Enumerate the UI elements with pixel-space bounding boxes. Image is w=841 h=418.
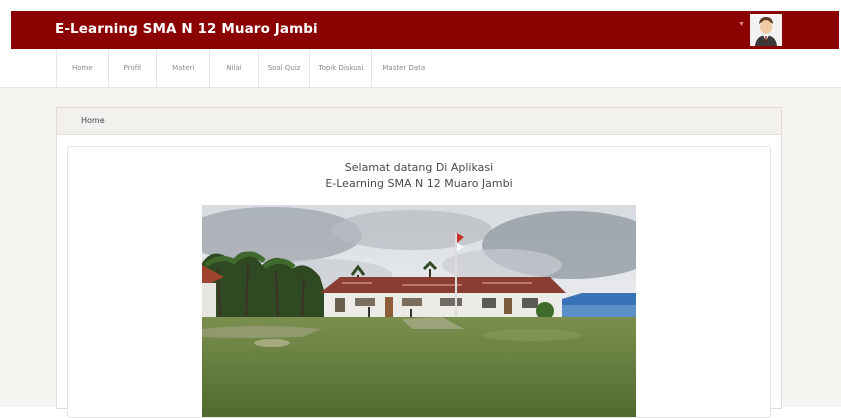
content-panel: Home Selamat datang Di Aplikasi E-Learni… bbox=[56, 107, 782, 418]
nav-nilai[interactable]: Nilai bbox=[210, 49, 259, 87]
welcome-line-1: Selamat datang Di Aplikasi bbox=[344, 161, 494, 174]
welcome-line-2: E-Learning SMA N 12 Muaro Jambi bbox=[325, 177, 513, 190]
nav-profil[interactable]: Profil bbox=[109, 49, 158, 87]
main-menu-bar: Home Profil Materi Nilai Soal Quiz Topik… bbox=[0, 49, 841, 88]
nav-soal-quiz[interactable]: Soal Quiz bbox=[259, 49, 311, 87]
breadcrumb-home[interactable]: Home bbox=[81, 116, 105, 125]
school-photo bbox=[202, 205, 636, 417]
top-navbar: E-Learning SMA N 12 Muaro Jambi ▼ bbox=[11, 11, 839, 49]
welcome-text: Selamat datang Di Aplikasi E-Learning SM… bbox=[68, 160, 770, 192]
nav-topik-diskusi[interactable]: Topik Diskusi bbox=[310, 49, 373, 87]
breadcrumb: Home bbox=[57, 108, 781, 135]
avatar-image bbox=[750, 14, 782, 46]
user-avatar[interactable] bbox=[750, 14, 782, 46]
nav-materi[interactable]: Materi bbox=[157, 49, 211, 87]
brand-title[interactable]: E-Learning SMA N 12 Muaro Jambi bbox=[55, 21, 318, 37]
chevron-down-icon[interactable]: ▼ bbox=[738, 21, 745, 28]
school-photo-image bbox=[202, 205, 636, 417]
main-menu: Home Profil Materi Nilai Soal Quiz Topik… bbox=[56, 49, 435, 87]
nav-home[interactable]: Home bbox=[57, 49, 109, 87]
nav-master-data[interactable]: Master Data bbox=[372, 49, 435, 87]
welcome-card: Selamat datang Di Aplikasi E-Learning SM… bbox=[67, 146, 771, 418]
